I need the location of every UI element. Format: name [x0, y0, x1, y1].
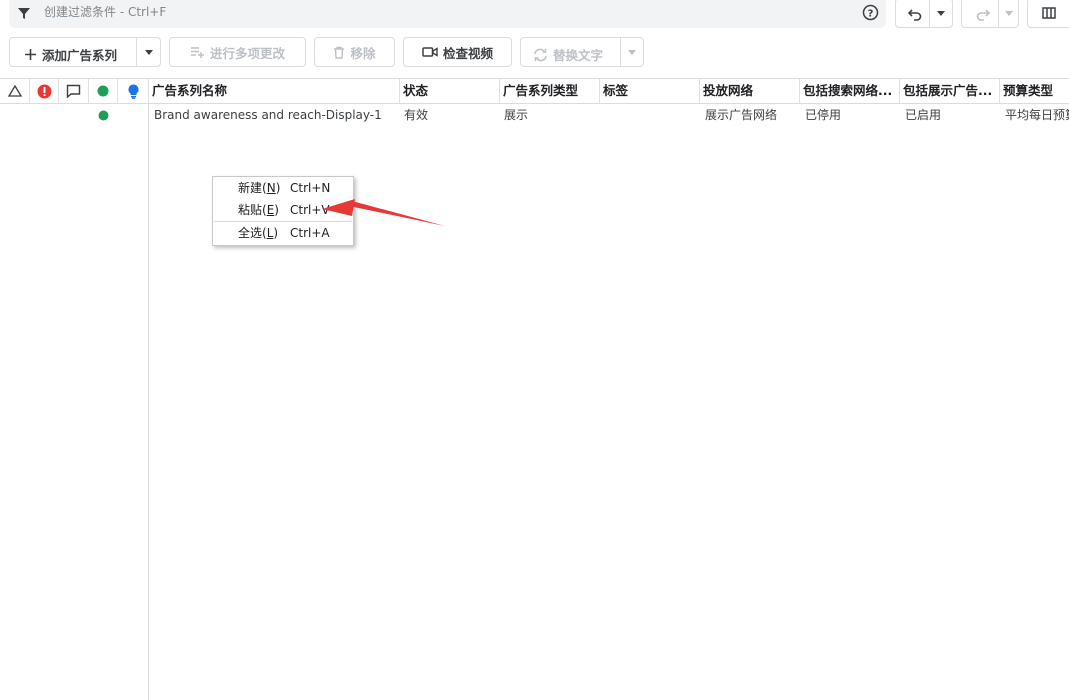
cell-status[interactable]: 有效: [400, 103, 499, 127]
replace-icon: [534, 48, 547, 61]
columns-button[interactable]: [1027, 0, 1069, 28]
menu-item-select-all-label: 全选: [238, 226, 263, 240]
chevron-down-icon[interactable]: [937, 11, 945, 16]
undo-button[interactable]: [895, 0, 953, 28]
cell-campaign-type[interactable]: 展示: [500, 103, 599, 127]
error-column[interactable]: [30, 79, 59, 103]
replace-text-button[interactable]: 替换文字: [520, 37, 644, 67]
error-icon: [37, 84, 51, 98]
trash-icon: [334, 46, 345, 59]
header-campaign-type[interactable]: 广告系列类型: [500, 79, 600, 103]
grid-divider: [148, 103, 149, 700]
comment-icon: [66, 84, 81, 98]
header-labels[interactable]: 标签: [600, 79, 700, 103]
check-video-button[interactable]: 检查视频: [403, 37, 512, 67]
redo-icon: [976, 9, 990, 21]
lightbulb-icon: [128, 84, 138, 99]
warning-triangle-icon: [7, 85, 22, 97]
menu-item-paste[interactable]: 粘贴(E) Ctrl+V: [213, 199, 353, 221]
filter-bar[interactable]: 创建过滤条件 - Ctrl+F ?: [9, 0, 886, 28]
help-icon[interactable]: ?: [862, 4, 879, 21]
edit-list-icon: [190, 47, 204, 58]
status-dot-icon: [97, 85, 109, 97]
cell-network[interactable]: 展示广告网络: [701, 103, 800, 127]
status-dot-icon: [98, 110, 109, 121]
header-campaign-name[interactable]: 广告系列名称: [149, 79, 400, 103]
redo-button[interactable]: [961, 0, 1019, 28]
filter-input[interactable]: 创建过滤条件 - Ctrl+F: [44, 4, 166, 20]
menu-item-new-mnemonic: N: [266, 181, 276, 195]
menu-item-select-all[interactable]: 全选(L) Ctrl+A: [213, 222, 353, 244]
add-campaign-label: 添加广告系列: [42, 48, 118, 63]
grid-header: 广告系列名称 状态 广告系列类型 标签 投放网络 包括搜索网络... 包括展示广…: [0, 78, 1069, 104]
header-budget-type[interactable]: 预算类型: [1000, 79, 1069, 103]
cell-search-network[interactable]: 已停用: [801, 103, 900, 127]
chevron-down-icon[interactable]: [1005, 11, 1013, 16]
svg-text:?: ?: [868, 9, 874, 20]
chevron-down-icon[interactable]: [145, 50, 153, 55]
check-video-label: 检查视频: [442, 45, 493, 61]
menu-item-select-all-shortcut: Ctrl+A: [290, 226, 330, 240]
add-campaign-button[interactable]: 添加广告系列: [9, 37, 161, 67]
header-search-network[interactable]: 包括搜索网络...: [800, 79, 900, 103]
cell-labels[interactable]: [600, 103, 699, 127]
comment-column[interactable]: [59, 79, 89, 103]
header-network[interactable]: 投放网络: [700, 79, 800, 103]
menu-item-new[interactable]: 新建(N) Ctrl+N: [213, 177, 353, 199]
sort-column[interactable]: [0, 79, 30, 103]
context-menu: 新建(N) Ctrl+N 粘贴(E) Ctrl+V 全选(L) Ctrl+A: [212, 176, 354, 246]
replace-text-label: 替换文字: [553, 48, 604, 63]
menu-item-select-all-mnemonic: L: [266, 226, 274, 240]
plus-icon: [25, 49, 36, 60]
header-status[interactable]: 状态: [400, 79, 500, 103]
chevron-down-icon[interactable]: [628, 50, 636, 55]
recommendation-column[interactable]: [118, 79, 149, 103]
cell-budget-type[interactable]: 平均每日预算: [1001, 103, 1069, 127]
menu-item-new-label: 新建: [238, 181, 263, 195]
bulk-edit-button[interactable]: 进行多项更改: [169, 37, 306, 67]
menu-item-new-shortcut: Ctrl+N: [290, 181, 331, 195]
cell-display-network[interactable]: 已启用: [901, 103, 1000, 127]
remove-label: 移除: [350, 45, 376, 61]
menu-item-paste-shortcut: Ctrl+V: [290, 203, 330, 217]
table-row[interactable]: Brand awareness and reach-Display-1 有效 展…: [0, 103, 1069, 127]
video-icon: [422, 47, 438, 57]
menu-item-paste-label: 粘贴: [238, 203, 263, 217]
remove-button[interactable]: 移除: [314, 37, 395, 67]
status-column[interactable]: [89, 79, 118, 103]
undo-icon: [908, 9, 922, 21]
cell-campaign-name[interactable]: Brand awareness and reach-Display-1: [150, 103, 399, 127]
filter-icon: [18, 8, 30, 19]
menu-item-paste-mnemonic: E: [266, 203, 275, 217]
bulk-edit-label: 进行多项更改: [209, 45, 285, 61]
header-display-network[interactable]: 包括展示广告...: [900, 79, 1000, 103]
columns-icon: [1042, 7, 1056, 19]
